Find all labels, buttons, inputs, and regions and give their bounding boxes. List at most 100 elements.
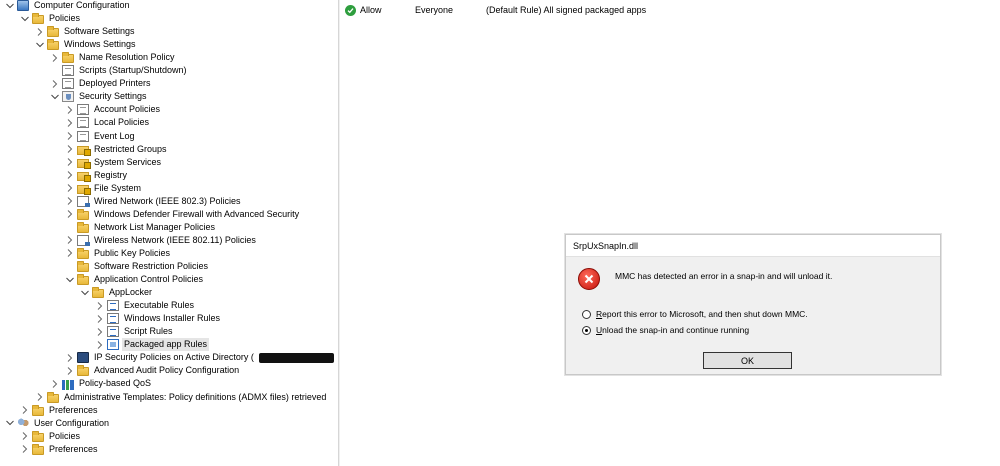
tree-item[interactable]: Software Settings: [35, 25, 137, 38]
tree-item[interactable]: Security Settings: [50, 90, 149, 103]
chevron-down-icon[interactable]: [5, 417, 14, 430]
chevron-right-icon[interactable]: [65, 351, 74, 364]
folder-icon: [77, 247, 89, 259]
chevron-right-icon[interactable]: [65, 195, 74, 208]
chevron-right-icon[interactable]: [65, 130, 74, 143]
tree-item[interactable]: Registry: [65, 169, 129, 182]
report-error-radio[interactable]: [582, 309, 591, 319]
tree-item[interactable]: Restricted Groups: [65, 143, 169, 156]
tree-item[interactable]: Local Policies: [65, 116, 151, 129]
policy-page-icon: [77, 104, 89, 116]
tree-item[interactable]: Account Policies: [65, 103, 162, 116]
tree-item[interactable]: File System: [65, 182, 143, 195]
chevron-right-icon[interactable]: [50, 51, 59, 64]
unload-snapin-label: Unload the snap-in and continue running: [596, 325, 749, 335]
unload-snapin-radio[interactable]: [582, 325, 591, 335]
rule-row[interactable]: Allow Everyone (Default Rule) All signed…: [345, 3, 646, 17]
tree-item-label: Wired Network (IEEE 802.3) Policies: [94, 195, 241, 206]
tree-item[interactable]: Packaged app Rules: [95, 338, 210, 352]
chevron-right-icon[interactable]: [95, 338, 104, 351]
folder-icon: [77, 261, 89, 272]
tree-item-label: Scripts (Startup/Shutdown): [79, 65, 187, 76]
chevron-right-icon[interactable]: [50, 377, 59, 390]
chevron-right-icon[interactable]: [65, 116, 74, 129]
tree-item[interactable]: AppLocker: [80, 286, 154, 299]
tree-item[interactable]: System Services: [65, 156, 163, 169]
unload-snapin-option[interactable]: Unload the snap-in and continue running: [582, 325, 749, 335]
chevron-right-icon[interactable]: [20, 404, 29, 417]
chevron-right-icon[interactable]: [35, 25, 44, 38]
chevron-right-icon[interactable]: [65, 247, 74, 260]
chevron-right-icon[interactable]: [65, 156, 74, 169]
tree-item[interactable]: Windows Defender Firewall with Advanced …: [65, 208, 301, 221]
console-tree: Computer Configuration Policies Software S…: [0, 0, 338, 466]
chevron-right-icon[interactable]: [65, 364, 74, 377]
chevron-down-icon[interactable]: [5, 0, 14, 12]
policy-page-icon: [77, 117, 89, 129]
tree-item[interactable]: Windows Settings: [35, 38, 138, 51]
tree-item[interactable]: Policies: [20, 12, 82, 25]
chevron-right-icon[interactable]: [65, 208, 74, 221]
dialog-message: MMC has detected an error in a snap-in a…: [615, 271, 833, 281]
tree-item[interactable]: Computer Configuration: [5, 0, 132, 12]
tree-item-label: Name Resolution Policy: [79, 52, 175, 63]
chevron-down-icon[interactable]: [65, 273, 74, 286]
tree-item[interactable]: Scripts (Startup/Shutdown): [50, 64, 189, 77]
chevron-right-icon[interactable]: [95, 299, 104, 312]
network-page-icon: [77, 195, 90, 207]
chevron-right-icon[interactable]: [95, 312, 104, 325]
rule-name: (Default Rule) All signed packaged apps: [486, 5, 647, 15]
tree-item-label: Application Control Policies: [94, 274, 204, 285]
tree-item[interactable]: Deployed Printers: [50, 77, 153, 90]
tree-item[interactable]: Administrative Templates: Policy definit…: [35, 391, 328, 404]
tree-item[interactable]: Public Key Policies: [65, 247, 172, 260]
computer-icon: [17, 0, 29, 11]
folder-icon: [77, 221, 89, 233]
chevron-right-icon[interactable]: [65, 103, 74, 116]
tree-item[interactable]: Application Control Policies: [65, 273, 205, 286]
tree-item[interactable]: Name Resolution Policy: [50, 51, 177, 64]
tree-item[interactable]: Network List Manager Policies: [65, 221, 217, 234]
tree-item[interactable]: Software Restriction Policies: [65, 260, 210, 273]
tree-item[interactable]: Policies: [20, 430, 82, 443]
chevron-right-icon[interactable]: [35, 391, 44, 404]
tree-item[interactable]: Executable Rules: [95, 299, 196, 312]
report-error-option[interactable]: Report this error to Microsoft, and then…: [582, 309, 808, 319]
chevron-down-icon[interactable]: [80, 286, 89, 299]
chevron-right-icon[interactable]: [20, 443, 29, 456]
chevron-right-icon[interactable]: [50, 77, 59, 90]
tree-item[interactable]: IP Security Policies on Active Directory…: [65, 351, 334, 364]
tree-item[interactable]: Wireless Network (IEEE 802.11) Policies: [65, 234, 258, 247]
rule-action: Allow: [360, 5, 382, 15]
ok-button[interactable]: OK: [703, 352, 792, 369]
folder-icon: [77, 365, 89, 377]
tree-item[interactable]: Preferences: [20, 404, 100, 417]
tree-item-label: Deployed Printers: [79, 78, 151, 89]
tree-item-label: Computer Configuration: [34, 0, 130, 10]
redaction-mark: [258, 352, 334, 363]
tree-item[interactable]: Preferences: [20, 443, 100, 456]
tree-item[interactable]: Policy-based QoS: [50, 377, 153, 390]
pane-splitter[interactable]: [338, 0, 340, 466]
rule-user: Everyone: [415, 5, 454, 15]
tree-item[interactable]: Wired Network (IEEE 802.3) Policies: [65, 195, 243, 208]
tree-item-label: Account Policies: [94, 104, 161, 115]
folder-icon: [77, 208, 89, 220]
tree-item[interactable]: Event Log: [65, 130, 137, 143]
tree-item[interactable]: Advanced Audit Policy Configuration: [65, 364, 241, 377]
chevron-right-icon[interactable]: [65, 143, 74, 156]
chevron-right-icon[interactable]: [65, 182, 74, 195]
chevron-right-icon[interactable]: [65, 169, 74, 182]
chevron-down-icon[interactable]: [20, 12, 29, 25]
tree-item-label: File System: [94, 182, 142, 193]
chevron-right-icon[interactable]: [20, 430, 29, 443]
chevron-down-icon[interactable]: [35, 38, 44, 51]
chevron-down-icon[interactable]: [50, 90, 59, 103]
tree-item[interactable]: Script Rules: [95, 325, 175, 338]
tree-item[interactable]: Windows Installer Rules: [95, 312, 222, 325]
chevron-right-icon[interactable]: [65, 234, 74, 247]
tree-item[interactable]: User Configuration: [5, 417, 111, 430]
tree-item-label: Policies: [49, 13, 81, 24]
chevron-right-icon[interactable]: [95, 325, 104, 338]
